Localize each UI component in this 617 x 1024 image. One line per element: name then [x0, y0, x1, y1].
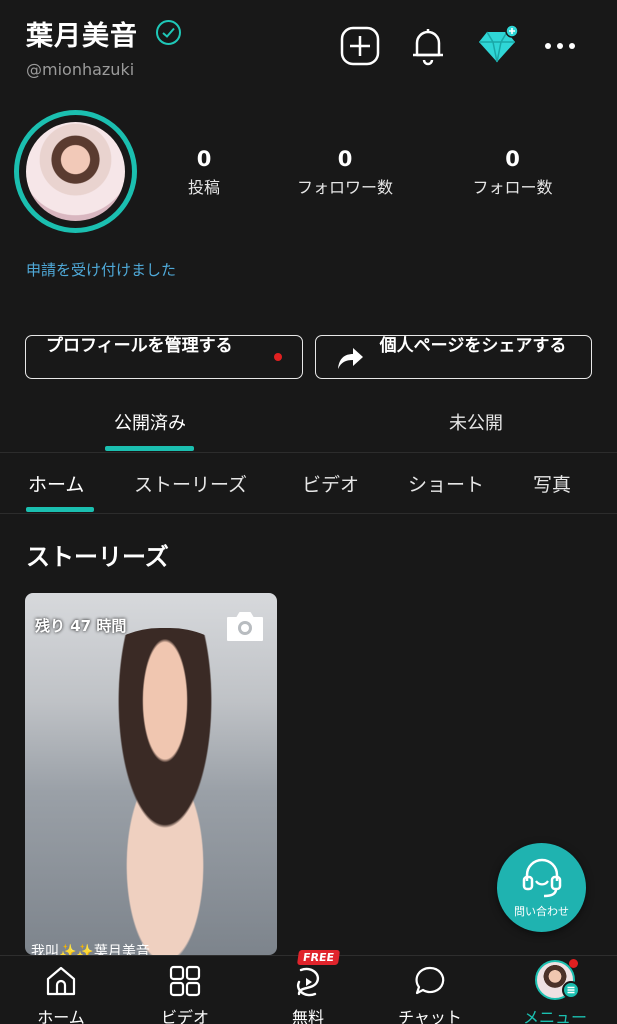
- nav-home[interactable]: ホーム: [11, 956, 111, 1024]
- stat-posts[interactable]: 0 投稿: [164, 147, 244, 198]
- nav-videos[interactable]: ビデオ: [135, 956, 235, 1024]
- divider: [0, 452, 617, 453]
- nav-home-label: ホーム: [37, 1008, 85, 1024]
- nav-free-label: 無料: [291, 1008, 324, 1024]
- application-notice: 申請を受け付けました: [26, 261, 177, 279]
- menu-notification-dot: [569, 959, 578, 968]
- support-button[interactable]: 問い合わせ: [497, 843, 586, 932]
- support-label: 問い合わせ: [514, 905, 569, 918]
- share-page-button[interactable]: 個人ページをシェアする: [315, 335, 592, 379]
- stat-following[interactable]: 0 フォロー数: [455, 147, 570, 198]
- nav-chat-label: チャット: [398, 1008, 462, 1024]
- camera-icon: [227, 612, 263, 641]
- stat-following-label: フォロー数: [472, 178, 553, 197]
- profile-avatar[interactable]: [14, 110, 137, 233]
- bottom-nav: ホーム ビデオ 無料 チャット メニュー: [0, 955, 617, 1024]
- diamond-plus-icon[interactable]: [475, 24, 519, 68]
- tab-stories[interactable]: ストーリーズ: [134, 470, 247, 497]
- stat-posts-value: 0: [196, 147, 212, 171]
- tab-shorts[interactable]: ショート: [408, 470, 484, 497]
- tab-home[interactable]: ホーム: [28, 470, 84, 497]
- stat-followers-value: 0: [337, 147, 353, 171]
- story-card[interactable]: 残り 47 時間 我叫✨✨葉月美音: [25, 593, 277, 955]
- stat-following-value: 0: [505, 147, 520, 171]
- nav-videos-label: ビデオ: [160, 1008, 209, 1024]
- menu-lines-icon: [562, 981, 580, 999]
- notification-dot: [274, 353, 282, 361]
- stat-posts-label: 投稿: [187, 178, 220, 197]
- published-tab-indicator: [105, 446, 194, 451]
- nav-chat[interactable]: チャット: [380, 956, 480, 1024]
- stat-followers-label: フォロワー数: [296, 178, 393, 197]
- free-badge: FREE: [296, 950, 341, 965]
- tab-videos[interactable]: ビデオ: [302, 470, 359, 497]
- home-tab-indicator: [26, 507, 94, 512]
- nav-menu[interactable]: メニュー: [505, 956, 605, 1024]
- tab-unpublished[interactable]: 未公開: [416, 409, 536, 435]
- tab-photos[interactable]: 写真: [533, 470, 571, 497]
- section-title: ストーリーズ: [26, 543, 169, 571]
- manage-profile-label: プロフィールを管理する: [46, 336, 233, 356]
- share-icon: [338, 348, 363, 369]
- chat-icon: [415, 966, 445, 995]
- user-handle: @mionhazuki: [26, 60, 135, 79]
- more-icon[interactable]: [538, 24, 582, 68]
- avatar-photo: [26, 122, 125, 221]
- stat-followers[interactable]: 0 フォロワー数: [280, 147, 410, 198]
- home-icon: [46, 966, 76, 996]
- divider: [0, 513, 617, 514]
- play-swirl-icon: [296, 967, 320, 997]
- tab-published[interactable]: 公開済み: [90, 409, 210, 435]
- bell-icon[interactable]: [406, 24, 450, 68]
- share-page-label: 個人ページをシェアする: [379, 336, 567, 356]
- story-caption: 我叫✨✨葉月美音: [31, 944, 150, 955]
- story-time-left: 残り 47 時間: [35, 617, 127, 635]
- story-thumbnail: [70, 628, 260, 955]
- display-name: 葉月美音: [26, 21, 138, 52]
- plus-square-icon[interactable]: [338, 24, 382, 68]
- verified-badge-icon: [156, 20, 181, 45]
- nav-free[interactable]: 無料: [258, 956, 358, 1024]
- nav-menu-label: メニュー: [522, 1008, 587, 1024]
- grid-icon: [169, 965, 201, 997]
- manage-profile-button[interactable]: プロフィールを管理する: [25, 335, 303, 379]
- headset-icon: [522, 858, 562, 898]
